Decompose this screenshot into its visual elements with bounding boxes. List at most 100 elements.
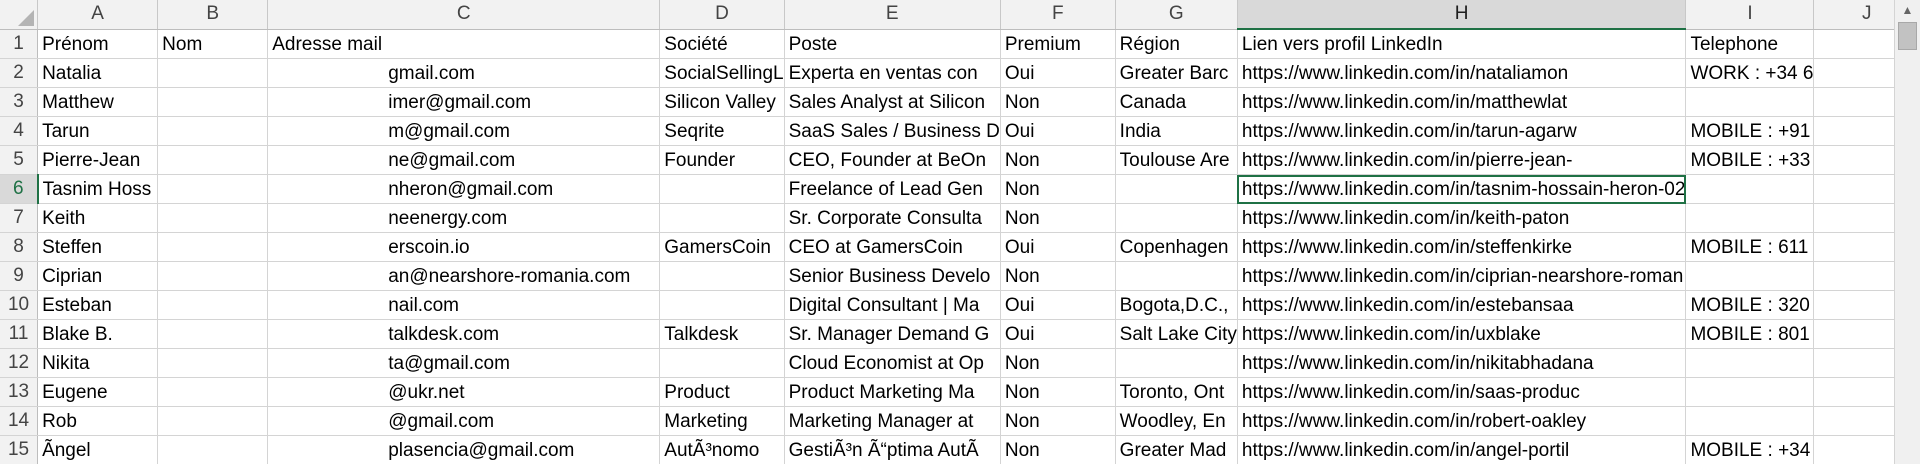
cell-c3[interactable]: imer@gmail.com — [267, 87, 661, 117]
row-header[interactable]: 14 — [0, 406, 39, 436]
cell-f11[interactable]: Oui — [1000, 319, 1116, 349]
cell-f15[interactable]: Non — [1000, 435, 1116, 464]
cell-d6[interactable] — [659, 174, 785, 204]
cell-c13[interactable]: @ukr.net — [267, 377, 661, 407]
cell-e7[interactable]: Sr. Corporate Consulta — [784, 203, 1001, 233]
cell-d4[interactable]: Seqrite — [659, 116, 785, 146]
cell-h13[interactable]: https://www.linkedin.com/in/saas-produc — [1237, 377, 1687, 407]
cell-e2[interactable]: Experta en ventas con — [784, 58, 1001, 88]
cell-i1[interactable]: Telephone — [1685, 29, 1815, 59]
cell-a2[interactable]: Natalia — [37, 58, 159, 88]
cell-a14[interactable]: Rob — [37, 406, 159, 436]
cell-f10[interactable]: Oui — [1000, 290, 1116, 320]
cell-c11[interactable]: talkdesk.com — [267, 319, 661, 349]
scroll-up-arrow-icon[interactable]: ▲ — [1895, 0, 1920, 20]
cell-a1[interactable]: Prénom — [37, 29, 159, 59]
cell-i11[interactable]: MOBILE : 801 — [1685, 319, 1815, 349]
cell-d8[interactable]: GamersCoin — [659, 232, 785, 262]
cell-h9[interactable]: https://www.linkedin.com/in/ciprian-near… — [1237, 261, 1687, 291]
cell-i12[interactable] — [1685, 348, 1815, 378]
cell-g4[interactable]: India — [1115, 116, 1238, 146]
cell-e6[interactable]: Freelance of Lead Gen — [784, 174, 1001, 204]
cell-c5[interactable]: ne@gmail.com — [267, 145, 661, 175]
cell-i3[interactable] — [1685, 87, 1815, 117]
cell-g11[interactable]: Salt Lake City — [1115, 319, 1238, 349]
cell-a13[interactable]: Eugene — [37, 377, 159, 407]
row-header[interactable]: 3 — [0, 87, 39, 117]
cell-b1[interactable]: Nom — [157, 29, 269, 59]
cell-f2[interactable]: Oui — [1000, 58, 1116, 88]
cell-e15[interactable]: GestiÃ³n Ã“ptima AutÃ — [784, 435, 1001, 464]
cell-g13[interactable]: Toronto, Ont — [1115, 377, 1238, 407]
cell-f3[interactable]: Non — [1000, 87, 1116, 117]
cell-f13[interactable]: Non — [1000, 377, 1116, 407]
cell-i6[interactable] — [1685, 174, 1815, 204]
cell-c1[interactable]: Adresse mail — [267, 29, 661, 59]
cell-i7[interactable] — [1685, 203, 1815, 233]
cell-f8[interactable]: Oui — [1000, 232, 1116, 262]
cell-e9[interactable]: Senior Business Develo — [784, 261, 1001, 291]
cell-b11[interactable] — [157, 319, 269, 349]
cell-g3[interactable]: Canada — [1115, 87, 1238, 117]
cell-i9[interactable] — [1685, 261, 1815, 291]
cell-g7[interactable] — [1115, 203, 1238, 233]
select-all-corner[interactable] — [0, 0, 39, 30]
cell-h5[interactable]: https://www.linkedin.com/in/pierre-jean- — [1237, 145, 1687, 175]
column-header-h[interactable]: H — [1237, 0, 1687, 30]
cell-b3[interactable] — [157, 87, 269, 117]
cell-e12[interactable]: Cloud Economist at Op — [784, 348, 1001, 378]
cell-g2[interactable]: Greater Barc — [1115, 58, 1238, 88]
cell-c2[interactable]: gmail.com — [267, 58, 661, 88]
cell-c9[interactable]: an@nearshore-romania.com — [267, 261, 661, 291]
cell-e4[interactable]: SaaS Sales / Business D — [784, 116, 1001, 146]
cell-b7[interactable] — [157, 203, 269, 233]
scrollbar-thumb[interactable] — [1898, 22, 1917, 50]
cell-d12[interactable] — [659, 348, 785, 378]
cell-g12[interactable] — [1115, 348, 1238, 378]
cell-c10[interactable]: nail.com — [267, 290, 661, 320]
row-header[interactable]: 4 — [0, 116, 39, 146]
cell-i2[interactable]: WORK : +34 6 — [1685, 58, 1815, 88]
cell-g8[interactable]: Copenhagen — [1115, 232, 1238, 262]
column-header-c[interactable]: C — [267, 0, 661, 30]
cell-b5[interactable] — [157, 145, 269, 175]
row-header[interactable]: 2 — [0, 58, 39, 88]
cell-i15[interactable]: MOBILE : +34 — [1685, 435, 1815, 464]
cell-b9[interactable] — [157, 261, 269, 291]
cell-e14[interactable]: Marketing Manager at — [784, 406, 1001, 436]
vertical-scrollbar[interactable]: ▲ — [1894, 0, 1920, 464]
cell-e13[interactable]: Product Marketing Ma — [784, 377, 1001, 407]
cell-d2[interactable]: SocialSellingL — [659, 58, 785, 88]
cell-c12[interactable]: ta@gmail.com — [267, 348, 661, 378]
cell-a9[interactable]: Ciprian — [37, 261, 159, 291]
cell-d5[interactable]: Founder — [659, 145, 785, 175]
cell-h10[interactable]: https://www.linkedin.com/in/estebansaa — [1237, 290, 1687, 320]
row-header[interactable]: 12 — [0, 348, 39, 378]
cell-d11[interactable]: Talkdesk — [659, 319, 785, 349]
cell-f4[interactable]: Oui — [1000, 116, 1116, 146]
cell-c15[interactable]: plasencia@gmail.com — [267, 435, 661, 464]
cell-d14[interactable]: Marketing — [659, 406, 785, 436]
cell-d7[interactable] — [659, 203, 785, 233]
cell-c8[interactable]: erscoin.io — [267, 232, 661, 262]
cell-d10[interactable] — [659, 290, 785, 320]
cell-a15[interactable]: Ãngel — [37, 435, 159, 464]
cell-g5[interactable]: Toulouse Are — [1115, 145, 1238, 175]
cell-c14[interactable]: @gmail.com — [267, 406, 661, 436]
cell-e3[interactable]: Sales Analyst at Silicon — [784, 87, 1001, 117]
cell-e8[interactable]: CEO at GamersCoin — [784, 232, 1001, 262]
cell-a5[interactable]: Pierre-Jean — [37, 145, 159, 175]
row-header[interactable]: 7 — [0, 203, 39, 233]
cell-f1[interactable]: Premium — [1000, 29, 1116, 59]
cell-h11[interactable]: https://www.linkedin.com/in/uxblake — [1237, 319, 1687, 349]
spreadsheet-grid[interactable]: ABCDEFGHIJ 1 Prénom Nom Adresse mail Société… — [0, 0, 1920, 464]
cell-a4[interactable]: Tarun — [37, 116, 159, 146]
cell-h12[interactable]: https://www.linkedin.com/in/nikitabhadan… — [1237, 348, 1687, 378]
cell-i13[interactable] — [1685, 377, 1815, 407]
cell-c4[interactable]: m@gmail.com — [267, 116, 661, 146]
cell-d9[interactable] — [659, 261, 785, 291]
cell-b8[interactable] — [157, 232, 269, 262]
cell-f9[interactable]: Non — [1000, 261, 1116, 291]
row-header[interactable]: 5 — [0, 145, 39, 175]
cell-i4[interactable]: MOBILE : +91 — [1685, 116, 1815, 146]
